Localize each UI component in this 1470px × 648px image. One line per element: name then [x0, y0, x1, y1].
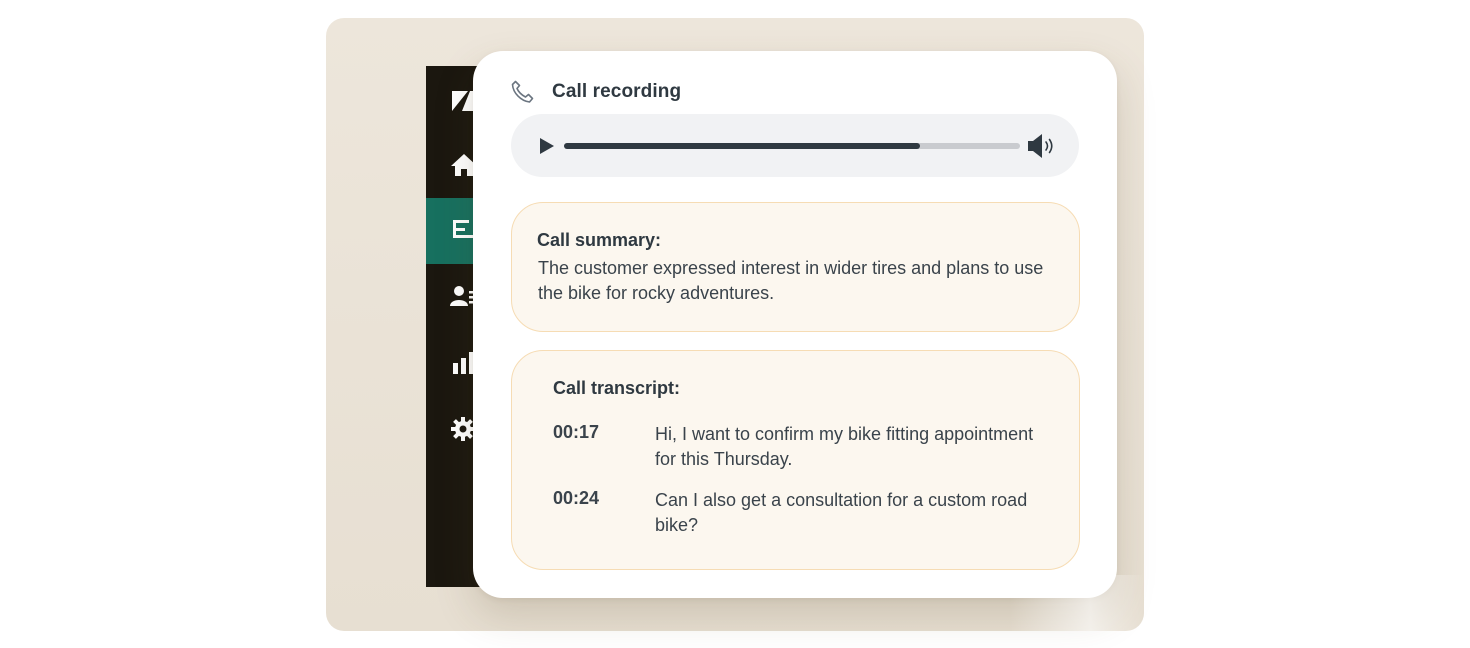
- transcript-text: Hi, I want to confirm my bike fitting ap…: [655, 424, 1034, 469]
- transcript-time: 00:24: [553, 488, 600, 508]
- transcript-label: Call transcript:: [553, 378, 681, 398]
- transcript-time: 00:17: [553, 422, 600, 442]
- phone-icon: [511, 80, 534, 103]
- summary-text: The customer expressed interest in wider…: [538, 258, 1044, 303]
- transcript-text: Can I also get a consultation for a cust…: [655, 490, 1028, 535]
- audio-progress-fill: [564, 143, 920, 149]
- call-details-card: Call recording Call summary: The custome…: [473, 51, 1117, 598]
- call-summary-box: Call summary: The customer expressed int…: [511, 202, 1080, 332]
- call-transcript-box: Call transcript: 00:17 Hi, I want to con…: [511, 350, 1080, 570]
- volume-icon[interactable]: [1027, 133, 1057, 159]
- audio-progress-bar[interactable]: [564, 143, 1020, 149]
- recording-title: Call recording: [552, 81, 682, 102]
- recording-header: Call recording: [509, 78, 681, 106]
- audio-player: [511, 114, 1079, 177]
- summary-label: Call summary:: [537, 230, 662, 250]
- play-icon[interactable]: [539, 137, 555, 155]
